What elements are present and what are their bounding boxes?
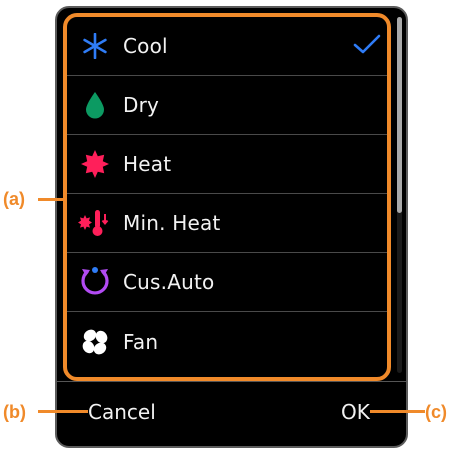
- snowflake-icon: [67, 33, 123, 59]
- callout-label-a: (a): [3, 189, 25, 209]
- mode-label: Min. Heat: [123, 211, 221, 235]
- mode-item-cool[interactable]: Cool: [67, 17, 387, 76]
- mode-label: Dry: [123, 93, 160, 117]
- scrollbar[interactable]: [397, 17, 402, 373]
- scrollbar-thumb[interactable]: [397, 17, 402, 213]
- droplet-icon: [67, 91, 123, 119]
- checkmark-icon: [353, 33, 381, 59]
- callout-label-b: (b): [3, 402, 26, 422]
- stage: Cool Dry Heat Min. Heat Cus.Auto Fan Can…: [0, 0, 459, 453]
- mode-label: Cool: [123, 34, 168, 58]
- sun-icon: [67, 149, 123, 179]
- mode-label: Cus.Auto: [123, 270, 215, 294]
- callout-line-a: [38, 198, 63, 201]
- callout-line-b: [38, 410, 88, 413]
- mode-label: Fan: [123, 329, 159, 354]
- footer-divider: [57, 381, 406, 382]
- custom-auto-cycle-icon: [67, 266, 123, 298]
- callout-label-c: (c): [425, 402, 447, 422]
- min-heat-thermometer-icon: [67, 208, 123, 238]
- mode-item-heat[interactable]: Heat: [67, 135, 387, 194]
- mode-item-dry[interactable]: Dry: [67, 76, 387, 135]
- mode-item-min-heat[interactable]: Min. Heat: [67, 194, 387, 253]
- ok-button[interactable]: OK: [341, 400, 370, 424]
- mode-item-cus-auto[interactable]: Cus.Auto: [67, 253, 387, 312]
- mode-list-highlight: Cool Dry Heat Min. Heat Cus.Auto Fan: [63, 13, 391, 381]
- cancel-button[interactable]: Cancel: [88, 400, 156, 424]
- mode-item-fan[interactable]: Fan: [67, 312, 387, 371]
- mode-label: Heat: [123, 152, 172, 176]
- fan-icon: [67, 327, 123, 357]
- mode-list: Cool Dry Heat Min. Heat Cus.Auto Fan: [67, 17, 387, 371]
- callout-line-c: [370, 410, 425, 413]
